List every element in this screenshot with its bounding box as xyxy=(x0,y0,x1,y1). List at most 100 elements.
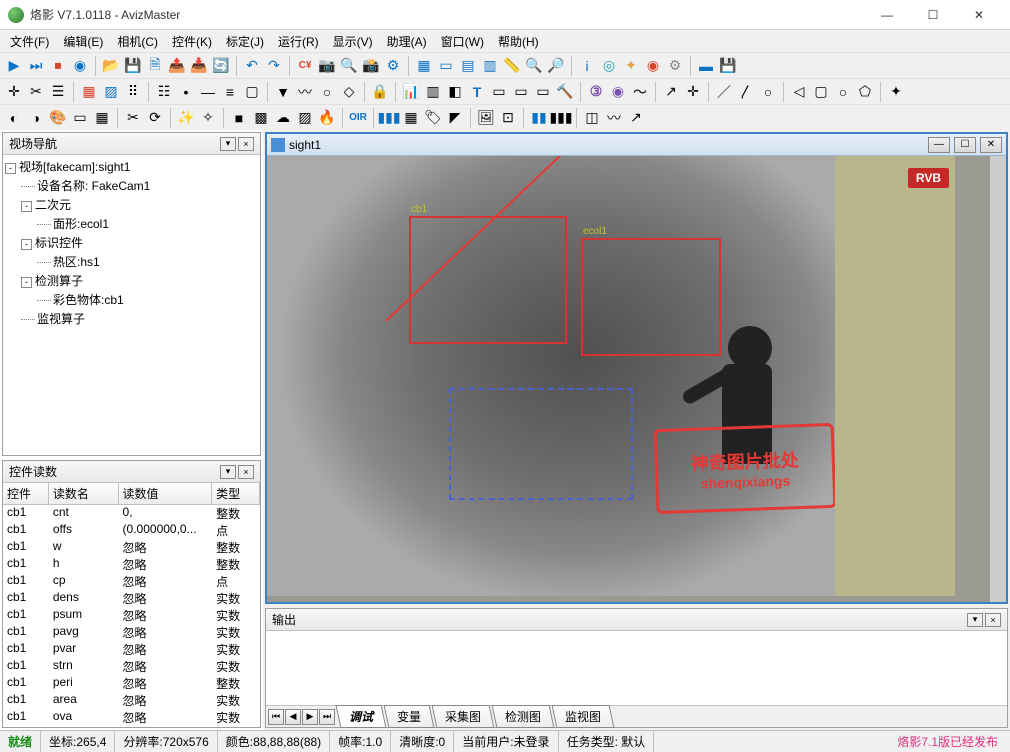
readings-table[interactable]: 控件读数名读数值类型 cb1cnt0,整数cb1offs(0.000000,0.… xyxy=(3,483,260,727)
hatch-icon[interactable]: ▨ xyxy=(295,108,315,128)
nav-panel-pin-icon[interactable]: ▾ xyxy=(220,137,236,151)
chart-icon[interactable]: 📊 xyxy=(401,82,421,102)
pointer-icon[interactable]: i xyxy=(577,56,597,76)
box-icon[interactable]: ▢ xyxy=(242,82,262,102)
close-button[interactable]: ✕ xyxy=(956,0,1002,30)
arrow2-icon[interactable]: ↗ xyxy=(626,108,646,128)
dots-icon[interactable]: ⠿ xyxy=(123,82,143,102)
text-icon[interactable]: ☰ xyxy=(48,82,68,102)
layout2-icon[interactable]: ▭ xyxy=(436,56,456,76)
menu-助理(A)[interactable]: 助理(A) xyxy=(381,31,433,52)
redo-icon[interactable]: ↷ xyxy=(264,56,284,76)
doc-icon[interactable]: ▭ xyxy=(489,82,509,102)
crosshair2-icon[interactable]: ✛ xyxy=(683,82,703,102)
viewport-close-button[interactable]: ✕ xyxy=(980,137,1002,153)
flame-icon[interactable]: 🔥 xyxy=(317,108,337,128)
ring-icon[interactable]: ◎ xyxy=(599,56,619,76)
menu-显示(V)[interactable]: 显示(V) xyxy=(327,31,379,52)
scissors-icon[interactable]: ✂ xyxy=(26,82,46,102)
shape2-icon[interactable]: ◇ xyxy=(339,82,359,102)
arrow-up-icon[interactable]: ↗ xyxy=(661,82,681,102)
balance-icon[interactable]: ◑ xyxy=(26,108,46,128)
triangle-left-icon[interactable]: ◁ xyxy=(789,82,809,102)
dot2-icon[interactable]: ○ xyxy=(317,82,337,102)
refresh-icon[interactable]: 🔄 xyxy=(211,56,231,76)
readings-panel-pin-icon[interactable]: ▾ xyxy=(220,465,236,479)
black-sq-icon[interactable]: ■ xyxy=(229,108,249,128)
tab-nav-prev[interactable]: ◀ xyxy=(285,709,301,725)
code-icon[interactable]: C¥ xyxy=(295,56,315,76)
output-body[interactable] xyxy=(266,631,1007,705)
drop-icon[interactable]: ▼ xyxy=(273,82,293,102)
stripes-icon[interactable]: ▥ xyxy=(423,82,443,102)
doc-folder-icon[interactable]: ▭ xyxy=(70,108,90,128)
nav-tree[interactable]: -视场[fakecam]:sight1设备名称: FakeCam1-二次元面形:… xyxy=(3,155,260,455)
layout1-icon[interactable]: ▦ xyxy=(414,56,434,76)
table-row[interactable]: cb1pavg忽略实数 xyxy=(3,624,260,641)
nav-panel-close-icon[interactable]: × xyxy=(238,137,254,151)
bars2-icon[interactable]: ▮▮ xyxy=(529,108,549,128)
camera-icon[interactable]: 📷 xyxy=(317,56,337,76)
tree-node[interactable]: 监视算子 xyxy=(5,309,258,328)
cut2-icon[interactable]: ✂ xyxy=(123,108,143,128)
window-tile-icon[interactable]: ▬ xyxy=(696,56,716,76)
wave2-icon[interactable]: 〜 xyxy=(630,82,650,102)
tab-nav-next[interactable]: ▶ xyxy=(302,709,318,725)
sparkle-icon[interactable]: ✨ xyxy=(176,108,196,128)
export-icon[interactable]: 📤 xyxy=(167,56,187,76)
wave-icon[interactable]: 〰 xyxy=(295,82,315,102)
table-row[interactable]: cb1cnt0,整数 xyxy=(3,505,260,522)
table-row[interactable]: cb1dens忽略实数 xyxy=(3,590,260,607)
viewport-scrollbar[interactable] xyxy=(990,156,1006,602)
lock-icon[interactable]: 🔒 xyxy=(370,82,390,102)
tree-node[interactable]: -二次元 xyxy=(5,195,258,214)
gear2-icon[interactable]: ⚙ xyxy=(665,56,685,76)
checker-icon[interactable]: ▩ xyxy=(251,108,271,128)
col-header[interactable]: 类型 xyxy=(212,483,260,504)
bars-icon[interactable]: ☷ xyxy=(154,82,174,102)
crop-icon[interactable]: ⊡ xyxy=(498,108,518,128)
split-icon[interactable]: ◫ xyxy=(582,108,602,128)
barcode-icon[interactable]: ▮▮▮ xyxy=(379,108,399,128)
layout3-icon[interactable]: ▤ xyxy=(458,56,478,76)
table-row[interactable]: cb1pvar忽略实数 xyxy=(3,641,260,658)
menu-编辑(E)[interactable]: 编辑(E) xyxy=(57,31,109,52)
doc3-icon[interactable]: ▭ xyxy=(533,82,553,102)
oir-icon[interactable]: OIR xyxy=(348,108,368,128)
tree-node[interactable]: -视场[fakecam]:sight1 xyxy=(5,157,258,176)
qr-icon[interactable]: ▦ xyxy=(401,108,421,128)
output-tab-4[interactable]: 监视图 xyxy=(552,705,615,728)
undo-icon[interactable]: ↶ xyxy=(242,56,262,76)
play-icon[interactable]: ▶ xyxy=(4,56,24,76)
save-as-icon[interactable]: 🗎 xyxy=(145,56,165,76)
viewport-canvas[interactable]: cb1 ecol1 神奇图片批处 shenqixiangs RVB xyxy=(267,156,1006,602)
play-all-icon[interactable]: ⏭ xyxy=(26,56,46,76)
grid2-icon[interactable]: ▦ xyxy=(92,108,112,128)
table-row[interactable]: cb1h忽略整数 xyxy=(3,556,260,573)
menu-运行(R)[interactable]: 运行(R) xyxy=(272,31,325,52)
tree-node[interactable]: -标识控件 xyxy=(5,233,258,252)
table-row[interactable]: cb1psum忽略实数 xyxy=(3,607,260,624)
hline-icon[interactable]: — xyxy=(198,82,218,102)
table-row[interactable]: cb1offs(0.000000,0...点 xyxy=(3,522,260,539)
doc2-icon[interactable]: ▭ xyxy=(511,82,531,102)
aperture-icon[interactable]: ◉ xyxy=(70,56,90,76)
tree-node[interactable]: -检测算子 xyxy=(5,271,258,290)
tree-node[interactable]: 面形:ecol1 xyxy=(5,214,258,233)
output-tab-3[interactable]: 检测图 xyxy=(492,705,555,728)
tree-node[interactable]: 彩色物体:cb1 xyxy=(5,290,258,309)
wave3-icon[interactable]: 〰 xyxy=(604,108,624,128)
hammer-icon[interactable]: 🔨 xyxy=(555,82,575,102)
table-row[interactable]: cb1cp忽略点 xyxy=(3,573,260,590)
bars3-icon[interactable]: ▮▮▮ xyxy=(551,108,571,128)
col-header[interactable]: 读数值 xyxy=(119,483,213,504)
snapshot-icon[interactable]: 📸 xyxy=(361,56,381,76)
open-folder-icon[interactable]: 📂 xyxy=(101,56,121,76)
detection-box-ecol1[interactable]: ecol1 xyxy=(581,238,721,356)
col-header[interactable]: 控件 xyxy=(3,483,49,504)
layout4-icon[interactable]: ▥ xyxy=(480,56,500,76)
output-panel-pin-icon[interactable]: ▾ xyxy=(967,613,983,627)
output-tab-1[interactable]: 变量 xyxy=(384,705,435,728)
import-icon[interactable]: 📥 xyxy=(189,56,209,76)
reload-icon[interactable]: ⟳ xyxy=(145,108,165,128)
